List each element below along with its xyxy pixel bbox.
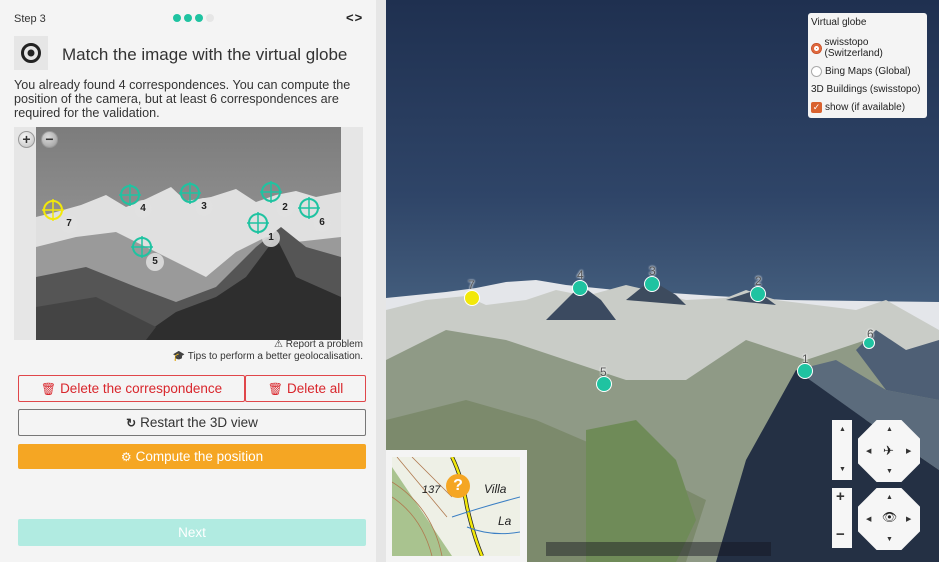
globe-marker-1[interactable] <box>797 363 813 379</box>
look-right-icon[interactable]: ▶ <box>906 515 911 523</box>
airplane-icon: ✈ <box>883 443 894 458</box>
image-marker-label-3: 3 <box>195 198 213 216</box>
globe-zoom-out-button[interactable]: − <box>836 526 845 543</box>
restart-label: Restart the 3D view <box>140 415 258 430</box>
look-down-icon[interactable]: ▼ <box>886 536 893 543</box>
map-label-la: La <box>498 514 512 528</box>
progress-dot-1 <box>173 14 181 22</box>
graduation-cap-icon: 🎓 <box>172 351 186 362</box>
buildings-heading: 3D Buildings (swisstopo) <box>811 84 921 95</box>
trash-icon: 🗑 <box>267 381 283 396</box>
map-label-villa: Villa <box>484 482 507 496</box>
look-up-icon[interactable]: ▲ <box>886 494 893 501</box>
image-zoom-in-button[interactable]: + <box>18 131 35 148</box>
globe-marker-3[interactable] <box>644 276 660 292</box>
tilt-control[interactable]: ▲ ▼ <box>832 420 852 480</box>
delete-all-button[interactable]: 🗑 Delete all <box>245 375 366 402</box>
move-down-icon[interactable]: ▼ <box>886 468 893 475</box>
image-marker-label-2: 2 <box>276 199 294 217</box>
minimap[interactable]: 137 Villa La ? <box>386 450 527 562</box>
globe-marker-4[interactable] <box>572 280 588 296</box>
page-title: Match the image with the virtual globe <box>62 45 348 64</box>
layer-option-label: Bing Maps (Global) <box>825 66 911 77</box>
image-marker-7[interactable] <box>42 199 64 221</box>
report-problem-label: Report a problem <box>285 339 363 350</box>
progress-dot-4 <box>206 14 214 22</box>
delete-correspondence-button[interactable]: 🗑 Delete the correspondence <box>18 375 245 402</box>
tilt-up-icon[interactable]: ▲ <box>839 426 846 433</box>
zoom-control[interactable]: + − <box>832 488 852 548</box>
refresh-icon: ↻ <box>126 415 137 430</box>
historical-image-viewer[interactable]: 7 4 3 2 6 1 5 + − <box>14 127 363 340</box>
move-right-icon[interactable]: ▶ <box>906 447 911 455</box>
image-marker-label-6: 6 <box>313 214 331 232</box>
checkbox-checked-icon[interactable]: ✓ <box>811 102 822 113</box>
timeline-bar[interactable] <box>546 542 771 556</box>
image-marker-label-5: 5 <box>146 253 164 271</box>
step-panel: Step 3 <> Match the image with the virtu… <box>0 0 376 562</box>
virtual-globe-heading: Virtual globe <box>811 17 867 28</box>
step-label: Step 3 <box>14 13 46 25</box>
image-marker-label-1: 1 <box>262 229 280 247</box>
move-left-icon[interactable]: ◀ <box>866 447 871 455</box>
globe-marker-7[interactable] <box>464 290 480 306</box>
globe-marker-5[interactable] <box>596 376 612 392</box>
delete-correspondence-label: Delete the correspondence <box>60 381 223 396</box>
layer-selector: Virtual globe swisstopo (Switzerland) Bi… <box>808 13 927 118</box>
image-marker-2[interactable] <box>260 181 282 203</box>
trash-icon: 🗑 <box>40 381 57 396</box>
historical-photo[interactable]: 7 4 3 2 6 1 5 <box>36 127 341 340</box>
tips-label: Tips to perform a better geolocalisation… <box>187 351 363 362</box>
restart-3d-view-button[interactable]: ↻ Restart the 3D view <box>18 409 366 436</box>
look-left-icon[interactable]: ◀ <box>866 515 871 523</box>
topographic-map[interactable]: 137 Villa La ? <box>392 457 520 556</box>
next-button[interactable]: Next <box>18 519 366 546</box>
globe-marker-6[interactable] <box>863 337 875 349</box>
compute-position-button[interactable]: ⚙ Compute the position <box>18 444 366 469</box>
map-label-137: 137 <box>422 484 441 496</box>
step-description: You already found 4 correspondences. You… <box>14 78 351 120</box>
panel-divider[interactable] <box>376 0 386 562</box>
warning-icon: ⚠ <box>273 339 283 350</box>
radio-unselected-icon[interactable] <box>811 66 822 77</box>
move-up-icon[interactable]: ▲ <box>886 426 893 433</box>
app-root: Step 3 <> Match the image with the virtu… <box>0 0 939 562</box>
globe-zoom-in-button[interactable]: + <box>836 488 845 505</box>
virtual-globe-3d-view[interactable]: 7 4 3 2 5 1 6 Virtual globe swisstopo (S… <box>386 0 939 562</box>
gears-icon: ⚙ <box>120 449 132 464</box>
image-zoom-out-button[interactable]: − <box>41 131 58 148</box>
eye-icon: 👁 <box>882 510 898 524</box>
layer-option-label: swisstopo (Switzerland) <box>824 37 883 59</box>
image-marker-label-7: 7 <box>60 215 78 233</box>
layer-option-swisstopo[interactable]: swisstopo (Switzerland) <box>811 37 924 59</box>
progress-dot-3 <box>195 14 203 22</box>
report-problem-link[interactable]: ⚠ Report a problem <box>274 339 363 350</box>
buildings-option[interactable]: ✓ show (if available) <box>811 102 924 113</box>
layer-option-bing[interactable]: Bing Maps (Global) <box>811 66 924 77</box>
delete-all-label: Delete all <box>286 381 344 396</box>
compute-label: Compute the position <box>135 449 264 464</box>
step-progress-dots <box>173 14 214 22</box>
tilt-down-icon[interactable]: ▼ <box>839 466 846 473</box>
image-marker-label-4: 4 <box>134 200 152 218</box>
radio-selected-icon[interactable] <box>811 42 822 54</box>
globe-marker-2[interactable] <box>750 286 766 302</box>
target-icon <box>14 36 48 70</box>
toggle-panel-arrows-icon[interactable]: <> <box>346 10 363 25</box>
camera-location-pin-icon[interactable]: ? <box>446 474 470 498</box>
buildings-option-label: show (if available) <box>825 102 906 113</box>
progress-dot-2 <box>184 14 192 22</box>
tips-link[interactable]: 🎓 Tips to perform a better geolocalisati… <box>173 351 363 362</box>
